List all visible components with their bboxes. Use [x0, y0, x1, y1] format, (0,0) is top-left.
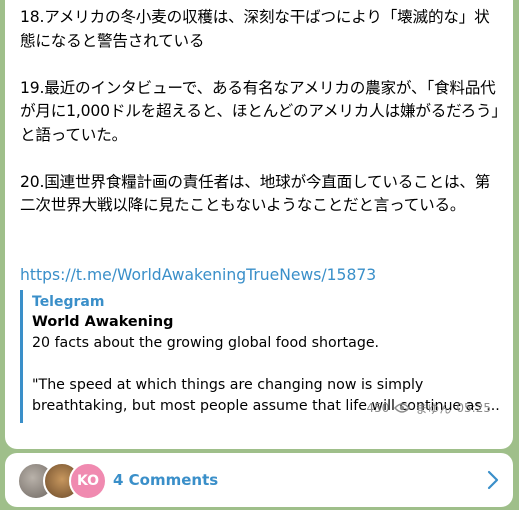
preview-site-name: Telegram	[32, 293, 105, 310]
view-count: 450	[366, 401, 390, 415]
chevron-right-icon[interactable]	[487, 470, 499, 490]
comments-bar[interactable]: KO 4 Comments	[5, 453, 513, 507]
avatar: KO	[69, 462, 107, 500]
message-paragraph-20: 20.国連世界食糧計画の責任者は、地球が今直面していることは、第二次世界大戦以降…	[20, 172, 491, 215]
message-paragraph-18: 18.アメリカの冬小麦の収穫は、深刻な干ばつにより「壊滅的な」状態になると警告さ…	[20, 8, 490, 50]
preview-title: World Awakening	[32, 313, 174, 330]
message-meta: 450 まゆん 05:25	[366, 400, 491, 417]
link-preview[interactable]: Telegram World Awakening 20 facts about …	[20, 289, 501, 423]
commenter-avatars: KO	[17, 462, 107, 500]
message-link[interactable]: https://t.me/WorldAwakeningTrueNews/1587…	[20, 264, 501, 286]
comments-count[interactable]: 4 Comments	[113, 471, 218, 489]
author-name: まゆん	[415, 401, 452, 416]
message-bubble: 18.アメリカの冬小麦の収穫は、深刻な干ばつにより「壊滅的な」状態になると警告さ…	[5, 0, 513, 449]
eye-icon	[394, 403, 411, 413]
timestamp: 05:25	[456, 401, 491, 415]
message-paragraph-19: 19.最近のインタビューで、ある有名なアメリカの農家が、「食料品代が月に1,00…	[20, 78, 499, 144]
